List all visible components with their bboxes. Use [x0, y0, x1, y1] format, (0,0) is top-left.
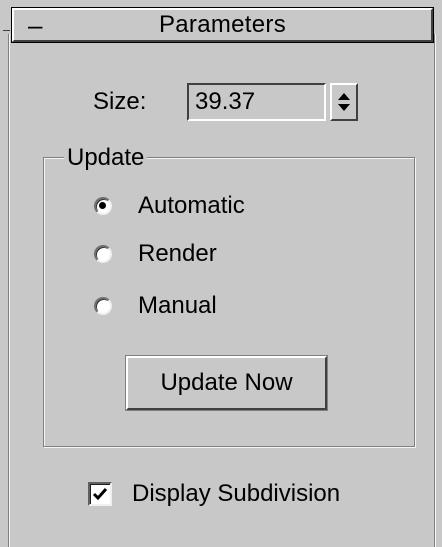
radio-selected-dot [99, 202, 106, 209]
radio-manual[interactable]: Manual [94, 292, 217, 320]
radio-button-icon[interactable] [94, 297, 112, 315]
checkmark-icon [92, 488, 108, 501]
collapse-icon: – [28, 10, 43, 40]
frame-right-border [434, 34, 435, 547]
radio-button-icon[interactable] [94, 245, 112, 263]
radio-manual-label: Manual [138, 292, 217, 319]
radio-automatic[interactable]: Automatic [94, 192, 245, 220]
parameters-rollout-panel: – Parameters Size: Update Automatic Rend… [0, 0, 442, 547]
radio-automatic-label: Automatic [138, 192, 245, 219]
size-label: Size: [93, 88, 147, 115]
size-spinner[interactable] [330, 83, 358, 121]
size-input[interactable] [187, 83, 326, 121]
display-subdivision-checkbox-row[interactable]: Display Subdivision [88, 480, 340, 508]
display-subdivision-checkbox[interactable] [88, 482, 112, 506]
update-group-title: Update [64, 144, 148, 172]
spinner-up-arrow-icon[interactable] [338, 93, 350, 100]
rollout-title: Parameters [158, 11, 287, 38]
frame-left-border [9, 34, 10, 547]
radio-render-label: Render [138, 240, 217, 267]
radio-render[interactable]: Render [94, 240, 217, 268]
radio-button-icon[interactable] [94, 197, 112, 215]
frame-tick [3, 30, 10, 31]
update-now-button[interactable]: Update Now [125, 355, 328, 411]
spinner-down-arrow-icon[interactable] [338, 104, 350, 111]
display-subdivision-label: Display Subdivision [132, 480, 341, 507]
rollout-header-parameters[interactable]: – Parameters [11, 7, 434, 43]
